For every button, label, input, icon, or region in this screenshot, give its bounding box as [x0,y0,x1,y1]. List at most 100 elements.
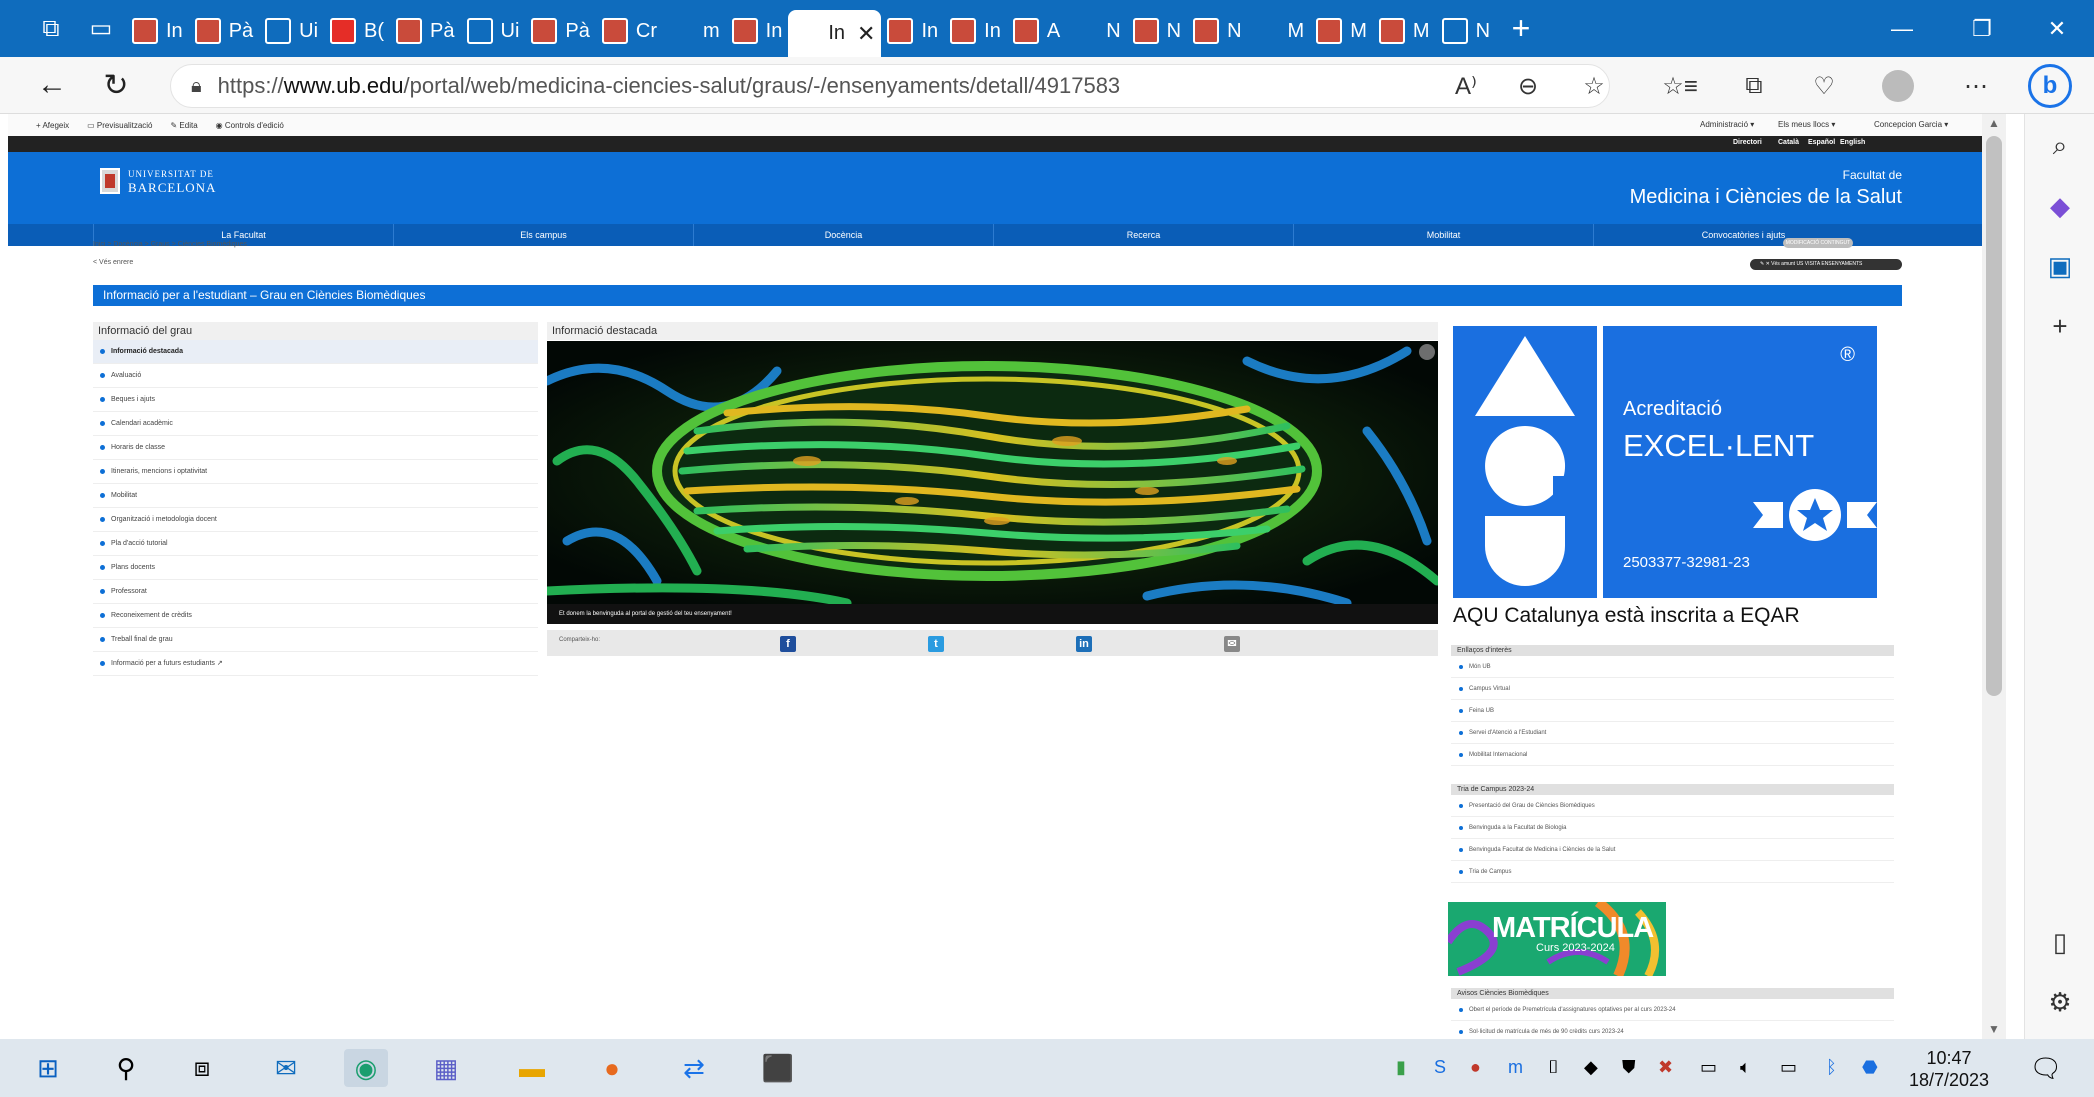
bluetooth-icon[interactable]: ᛒ [1826,1057,1837,1078]
browser-tab[interactable]: In [881,10,944,52]
language-link[interactable]: Català [1778,139,1799,146]
list-item[interactable]: Informació destacada [93,340,538,364]
list-item[interactable]: Pla d'acció tutorial [93,532,538,556]
twitter-icon[interactable]: t [928,636,944,652]
list-item[interactable]: Campus Virtual [1451,678,1894,700]
tray-alert-icon[interactable]: ● [1470,1057,1481,1078]
scroll-thumb[interactable] [1986,136,2002,696]
copilot-icon[interactable]: ◆ [2040,186,2080,226]
close-window-button[interactable]: ✕ [2022,0,2092,57]
list-item[interactable]: Món UB [1451,656,1894,678]
read-aloud-icon[interactable]: A⁾ [1446,67,1486,105]
browser-tab[interactable]: B( [324,10,390,52]
page-tools-pill[interactable]: ✎ ✕ Vés amunt US VISITA ENSENYAMENTS [1750,259,1902,270]
taskbar-clock[interactable]: 10:47 18/7/2023 [1904,1047,1994,1091]
url-field[interactable]: 🔒︎ https://www.ub.edu/portal/web/medicin… [170,64,1610,108]
scroll-down-arrow-icon[interactable]: ▼ [1982,1022,2006,1036]
linkedin-icon[interactable]: in [1076,636,1092,652]
list-item[interactable]: Itineraris, mencions i optativitat [93,460,538,484]
zoom-out-icon[interactable]: ⊖ [1508,67,1548,105]
browser-tab[interactable]: In [726,10,789,52]
nav-item[interactable]: Mobilitat [1293,224,1593,246]
browser-tab[interactable]: Pà [390,10,460,52]
network-error-icon[interactable]: ✖ [1658,1057,1673,1078]
browser-tab[interactable]: Ui [259,10,324,52]
tray-diamond-icon[interactable]: ◆ [1584,1057,1598,1078]
favorite-star-icon[interactable]: ☆ [1574,67,1614,105]
language-link[interactable]: Directori [1733,139,1762,146]
back-link[interactable]: < Vés enrere [93,259,133,266]
back-arrow-icon[interactable]: ← [22,57,82,114]
language-link[interactable]: Español [1808,139,1835,146]
browser-tab[interactable]: Cr [596,10,663,52]
browser-tab[interactable]: Pà [189,10,259,52]
list-item[interactable]: Informació per a futurs estudiants ↗ [93,652,538,676]
browser-tab[interactable]: M [1248,10,1311,52]
browser-tab[interactable]: m [663,10,726,52]
edit-content-pill[interactable]: MODIFICACIÓ CONTINGUT [1783,238,1853,248]
search-icon[interactable]: ⌕ [2040,126,2080,166]
search-icon[interactable]: ⚲ [104,1049,148,1087]
browser-tab[interactable]: M [1310,10,1373,52]
list-item[interactable]: Professorat [93,580,538,604]
close-tab-icon[interactable]: ✕ [857,21,875,47]
list-item[interactable]: Servei d'Atenció a l'Estudiant [1451,722,1894,744]
list-item[interactable]: Calendari acadèmic [93,412,538,436]
scroll-up-arrow-icon[interactable]: ▲ [1982,116,2006,130]
list-item[interactable]: Obert el període de Premetrícula d'assig… [1451,999,1894,1021]
breadcrumb[interactable]: Inici > Docència > Graus > Ciències Biom… [93,241,247,248]
email-icon[interactable]: ✉ [1224,636,1240,652]
collections-icon[interactable]: ⧉ [1734,67,1774,105]
admin-bar-menu[interactable]: Administració ▾ [1700,120,1754,129]
list-item[interactable]: Beques i ajuts [93,388,538,412]
shield-icon[interactable]: ⛊ [1622,1057,1636,1078]
file-explorer-icon[interactable]: ▬ [510,1049,554,1087]
faculty-title[interactable]: Medicina i Ciències de la Salut [1630,186,1902,209]
aqu-accreditation-banner[interactable]: ® Acreditació EXCEL·LENT 2503377-32981-2… [1451,322,1884,627]
list-item[interactable]: Benvinguda a la Facultat de Biologia [1451,817,1894,839]
edge-icon[interactable]: ◉ [344,1049,388,1087]
firefox-icon[interactable]: ● [590,1049,634,1087]
usb-icon[interactable]: ⌷ [1548,1057,1559,1078]
battery-icon[interactable]: ▭ [1700,1057,1717,1078]
browser-tab[interactable]: N [1187,10,1247,52]
browser-tab[interactable]: In [944,10,1007,52]
list-item[interactable]: Reconeixement de crèdits [93,604,538,628]
sync-app-icon[interactable]: ⇄ [672,1049,716,1087]
performance-icon[interactable]: ♡ [1804,67,1844,105]
tray-s-icon[interactable]: S [1434,1057,1446,1078]
nav-item[interactable]: Els campus [393,224,693,246]
minimize-button[interactable]: — [1867,0,1937,57]
favorites-list-icon[interactable]: ☆≡ [1660,67,1700,105]
browser-tab[interactable]: In [126,10,189,52]
list-item[interactable]: Tria de Campus [1451,861,1894,883]
nav-item[interactable]: Recerca [993,224,1293,246]
list-item[interactable]: Treball final de grau [93,628,538,652]
page-scrollbar[interactable]: ▲ ▼ [1982,114,2006,1039]
featured-microscopy-image[interactable] [547,341,1438,604]
notifications-icon[interactable]: 🗨︎ [2024,1049,2068,1087]
browser-tab[interactable]: N [1127,10,1187,52]
bing-copilot-button[interactable]: b [2022,60,2078,112]
acrobat-icon[interactable]: ⬛ [756,1049,800,1087]
admin-bar-item[interactable]: + Afegeix [36,121,69,130]
browser-tab[interactable]: In ✕ [788,10,882,57]
list-item[interactable]: Mobilitat Internacional [1451,744,1894,766]
list-item[interactable]: Plans docents [93,556,538,580]
admin-bar-item[interactable]: ◉ Controls d'edició [216,121,284,130]
browser-tab[interactable]: Pà [525,10,595,52]
browser-tab[interactable]: M [1373,10,1436,52]
nav-item[interactable]: Docència [693,224,993,246]
list-item[interactable]: Avaluació [93,364,538,388]
tray-app-icon[interactable]: ▮ [1396,1057,1406,1078]
browser-tab[interactable]: Ui [461,10,526,52]
outlook-icon[interactable]: ▣ [2040,246,2080,286]
admin-bar-menu[interactable]: Concepcion Garcia ▾ [1874,120,1948,129]
windows-start-icon[interactable]: ⊞ [26,1049,70,1087]
outlook-icon[interactable]: ✉ [264,1049,308,1087]
list-item[interactable]: Horaris de classe [93,436,538,460]
tray-m-icon[interactable]: m [1508,1057,1523,1078]
list-item[interactable]: Benvinguda Facultat de Medicina i Ciènci… [1451,839,1894,861]
list-item[interactable]: Presentació del Grau de Ciències Biomèdi… [1451,795,1894,817]
volume-icon[interactable]: 🔈︎ [1740,1057,1751,1078]
